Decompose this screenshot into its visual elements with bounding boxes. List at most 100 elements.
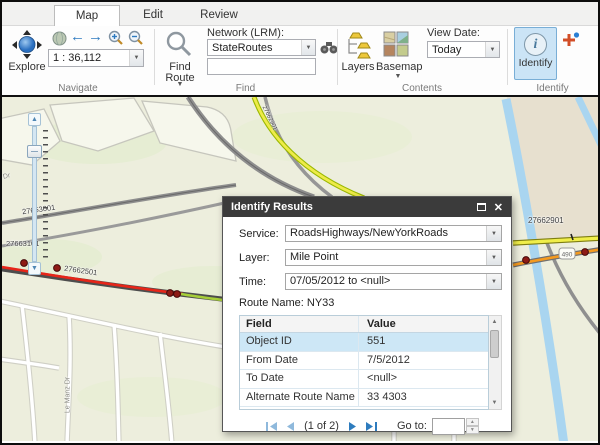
explore-label: Explore xyxy=(4,61,50,73)
explore-pan-icon xyxy=(10,30,44,60)
view-date-label: View Date: xyxy=(427,27,507,39)
col-header-value: Value xyxy=(359,316,488,332)
spinner-down-icon[interactable]: ▼ xyxy=(466,426,479,434)
full-extent-globe-icon[interactable] xyxy=(52,31,67,51)
scroll-down-icon[interactable]: ▼ xyxy=(489,397,500,409)
app-window: Map Edit Review Explore ← → xyxy=(0,0,600,445)
next-page-icon[interactable] xyxy=(348,421,359,432)
view-date-combobox[interactable]: Today ▼ xyxy=(427,41,500,58)
cell-field: Alternate Route Name xyxy=(240,389,359,407)
zoom-in-icon[interactable] xyxy=(108,30,124,51)
table-row[interactable]: To Date <null> xyxy=(240,370,488,389)
network-lrm-value: StateRoutes xyxy=(208,42,301,54)
explore-button[interactable] xyxy=(10,30,44,65)
group-label-contents: Contents xyxy=(337,83,507,94)
route-label: 27662901 xyxy=(528,216,564,225)
previous-page-icon[interactable] xyxy=(284,421,295,432)
table-row[interactable]: Object ID 551 xyxy=(240,333,488,352)
add-point-tool-icon[interactable] xyxy=(562,32,580,53)
basemap-label: Basemap xyxy=(376,61,420,73)
table-header-row: Field Value xyxy=(240,316,488,333)
route-shield-number: 490 xyxy=(562,252,573,259)
cell-field: To Date xyxy=(240,370,359,388)
zoom-slider-handle[interactable] xyxy=(27,145,42,158)
layer-combobox[interactable]: Mile Point ▼ xyxy=(285,249,502,266)
view-date-value: Today xyxy=(428,44,485,56)
table-row[interactable]: From Date 7/5/2012 xyxy=(240,352,488,371)
identify-button[interactable]: i Identify xyxy=(514,27,557,80)
layers-button[interactable] xyxy=(344,31,372,64)
popup-title: Identify Results xyxy=(223,201,477,213)
map-scale-combobox[interactable]: 1 : 36,112 ▼ xyxy=(48,49,144,67)
pagination-bar: (1 of 2) Go to: ▲ ▼ xyxy=(239,417,502,435)
basemap-tiles-icon xyxy=(383,31,409,57)
back-extent-icon[interactable]: ← xyxy=(70,30,85,44)
route-name-label: Route Name: xyxy=(239,297,304,309)
scroll-up-icon[interactable]: ▲ xyxy=(489,316,500,328)
time-combobox[interactable]: 07/05/2012 to <null> ▼ xyxy=(285,273,502,290)
goto-page-input[interactable] xyxy=(432,418,465,435)
chevron-down-icon[interactable]: ▼ xyxy=(486,250,501,265)
layer-row: Layer: Mile Point ▼ xyxy=(239,249,502,266)
group-separator xyxy=(507,29,508,85)
time-value: 07/05/2012 to <null> xyxy=(286,274,486,289)
table-scrollbar[interactable]: ▲ ▼ xyxy=(489,315,502,410)
basemap-dropdown-chevron[interactable]: ▼ xyxy=(376,73,420,80)
goto-label: Go to: xyxy=(397,420,427,432)
route-name-line: Route Name: NY33 xyxy=(239,297,502,309)
cell-value: 551 xyxy=(359,333,488,351)
service-row: Service: RoadsHighways/NewYorkRoads ▼ xyxy=(239,225,502,242)
layer-label: Layer: xyxy=(239,252,285,264)
layers-label: Layers xyxy=(340,61,376,73)
cell-field: Object ID xyxy=(240,333,359,351)
network-lrm-combobox[interactable]: StateRoutes ▼ xyxy=(207,39,316,56)
cell-value: 33 4303 xyxy=(359,389,488,407)
close-icon[interactable]: ✕ xyxy=(494,201,503,214)
layers-tree-icon xyxy=(344,31,372,59)
first-page-icon[interactable] xyxy=(265,421,278,432)
group-label-identify: Identify xyxy=(507,83,598,94)
chevron-down-icon[interactable]: ▼ xyxy=(485,42,499,57)
last-page-icon[interactable] xyxy=(365,421,378,432)
magnifier-icon xyxy=(165,30,193,58)
identify-button-label: Identify xyxy=(515,57,556,69)
chevron-down-icon[interactable]: ▼ xyxy=(301,40,315,55)
binoculars-icon[interactable] xyxy=(320,40,338,60)
chevron-down-icon[interactable]: ▼ xyxy=(486,274,501,289)
tab-map[interactable]: Map xyxy=(54,5,120,26)
group-separator xyxy=(154,29,155,85)
goto-spinner[interactable]: ▲ ▼ xyxy=(466,418,479,435)
cell-value: <null> xyxy=(359,370,488,388)
ribbon-tabbar: Map Edit Review xyxy=(2,2,598,26)
service-value: RoadsHighways/NewYorkRoads xyxy=(286,226,486,241)
attributes-table-wrap: Field Value Object ID 551 From Date 7/5/… xyxy=(239,315,502,410)
ribbon: Explore ← → 1 : 36,112 ▼ Navigate Find R… xyxy=(2,26,598,95)
tab-edit[interactable]: Edit xyxy=(120,5,186,26)
spinner-up-icon[interactable]: ▲ xyxy=(466,418,479,426)
route-name-value: NY33 xyxy=(307,297,335,309)
basemap-button[interactable] xyxy=(383,31,409,62)
table-row[interactable]: Alternate Route Name 33 4303 xyxy=(240,389,488,408)
group-label-find: Find xyxy=(154,83,337,94)
popup-body: Service: RoadsHighways/NewYorkRoads ▼ La… xyxy=(223,217,511,435)
chevron-down-icon[interactable]: ▼ xyxy=(129,50,143,66)
map-viewport[interactable]: 490 27663001 27663101 27662501 27662901 … xyxy=(2,95,598,441)
maximize-icon[interactable] xyxy=(477,203,486,211)
scrollbar-thumb[interactable] xyxy=(490,330,499,358)
chevron-down-icon[interactable]: ▼ xyxy=(486,226,501,241)
find-route-button[interactable] xyxy=(165,30,193,63)
layer-value: Mile Point xyxy=(286,250,486,265)
table-row-partial xyxy=(240,407,488,410)
service-combobox[interactable]: RoadsHighways/NewYorkRoads ▼ xyxy=(285,225,502,242)
popup-titlebar[interactable]: Identify Results ✕ xyxy=(223,197,511,217)
zoom-slider-up-button[interactable]: ▲ xyxy=(28,113,41,126)
zoom-slider-down-button[interactable]: ▼ xyxy=(28,262,41,275)
zoom-out-icon[interactable] xyxy=(128,30,144,51)
tab-review[interactable]: Review xyxy=(186,5,252,26)
group-label-navigate: Navigate xyxy=(2,83,154,94)
zoom-slider-ticks xyxy=(43,130,48,258)
forward-extent-icon[interactable]: → xyxy=(88,30,103,44)
network-lrm-label: Network (LRM): xyxy=(207,27,317,39)
street-label: Le Manz Dr xyxy=(65,377,72,413)
route-input-field[interactable] xyxy=(207,58,316,75)
